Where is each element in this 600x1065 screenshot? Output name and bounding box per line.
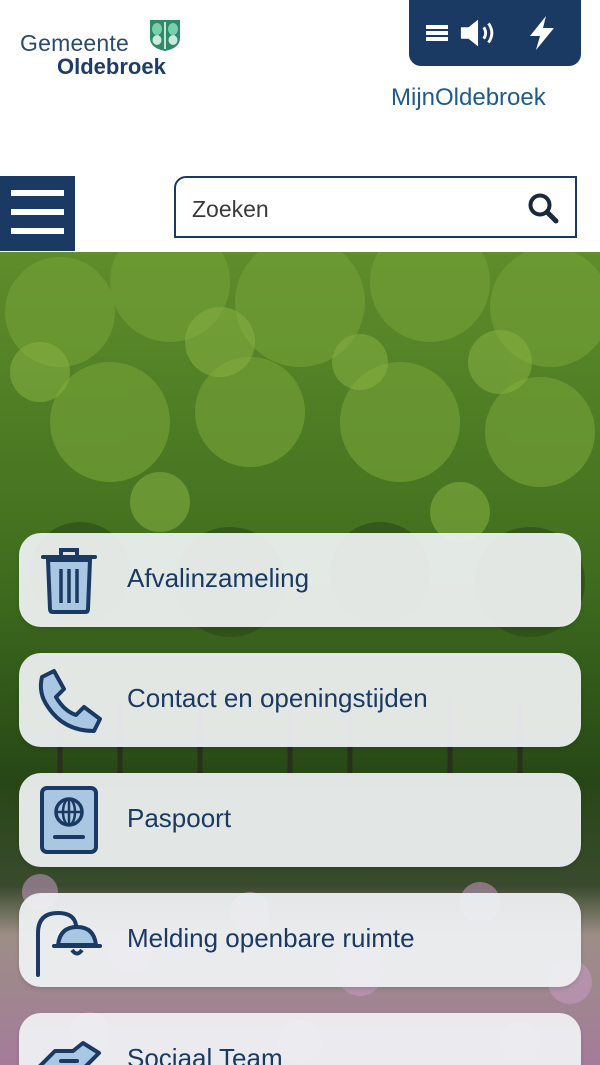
mijn-oldebroek-link[interactable]: MijnOldebroek [391, 84, 546, 112]
tile-label: Sociaal Team [127, 1043, 283, 1065]
search-input[interactable] [190, 190, 514, 228]
search-box [174, 176, 577, 238]
tile-label: Afvalinzameling [127, 563, 310, 593]
passport-icon [33, 783, 105, 857]
logo-text-oldebroek: Oldebroek [57, 54, 166, 79]
speaker-icon[interactable] [459, 14, 499, 52]
logo-leaf-shield-icon [150, 20, 180, 51]
street-lamp-icon [33, 903, 105, 977]
search-icon[interactable] [525, 190, 561, 226]
hamburger-bar [11, 209, 64, 215]
hamburger-bar [11, 190, 64, 196]
tile-label: Paspoort [127, 803, 232, 833]
tile-afvalinzameling[interactable]: Afvalinzameling [19, 533, 581, 627]
phone-icon [33, 663, 105, 737]
tile-label: Contact en openingstijden [127, 683, 428, 713]
menu-list-icon[interactable] [417, 14, 457, 52]
logo-text-gemeente: Gemeente [20, 30, 129, 56]
tile-label: Melding openbare ruimte [127, 923, 415, 953]
handshake-icon [33, 1023, 105, 1065]
hero-section: Afvalinzameling Contact en openingstijde… [0, 252, 600, 1065]
tile-paspoort[interactable]: Paspoort [19, 773, 581, 867]
site-header: Gemeente Oldebroek MijnOldebroek [0, 0, 600, 252]
trash-bin-icon [33, 543, 105, 617]
tile-melding-openbare-ruimte[interactable]: Melding openbare ruimte [19, 893, 581, 987]
hamburger-bar [11, 228, 64, 234]
municipality-logo[interactable]: Gemeente Oldebroek [20, 16, 190, 80]
tile-contact[interactable]: Contact en openingstijden [19, 653, 581, 747]
main-menu-button[interactable] [0, 176, 75, 251]
accessibility-toolbar [409, 0, 581, 66]
lightning-icon[interactable] [522, 14, 562, 52]
tile-sociaal-team[interactable]: Sociaal Team [19, 1013, 581, 1065]
